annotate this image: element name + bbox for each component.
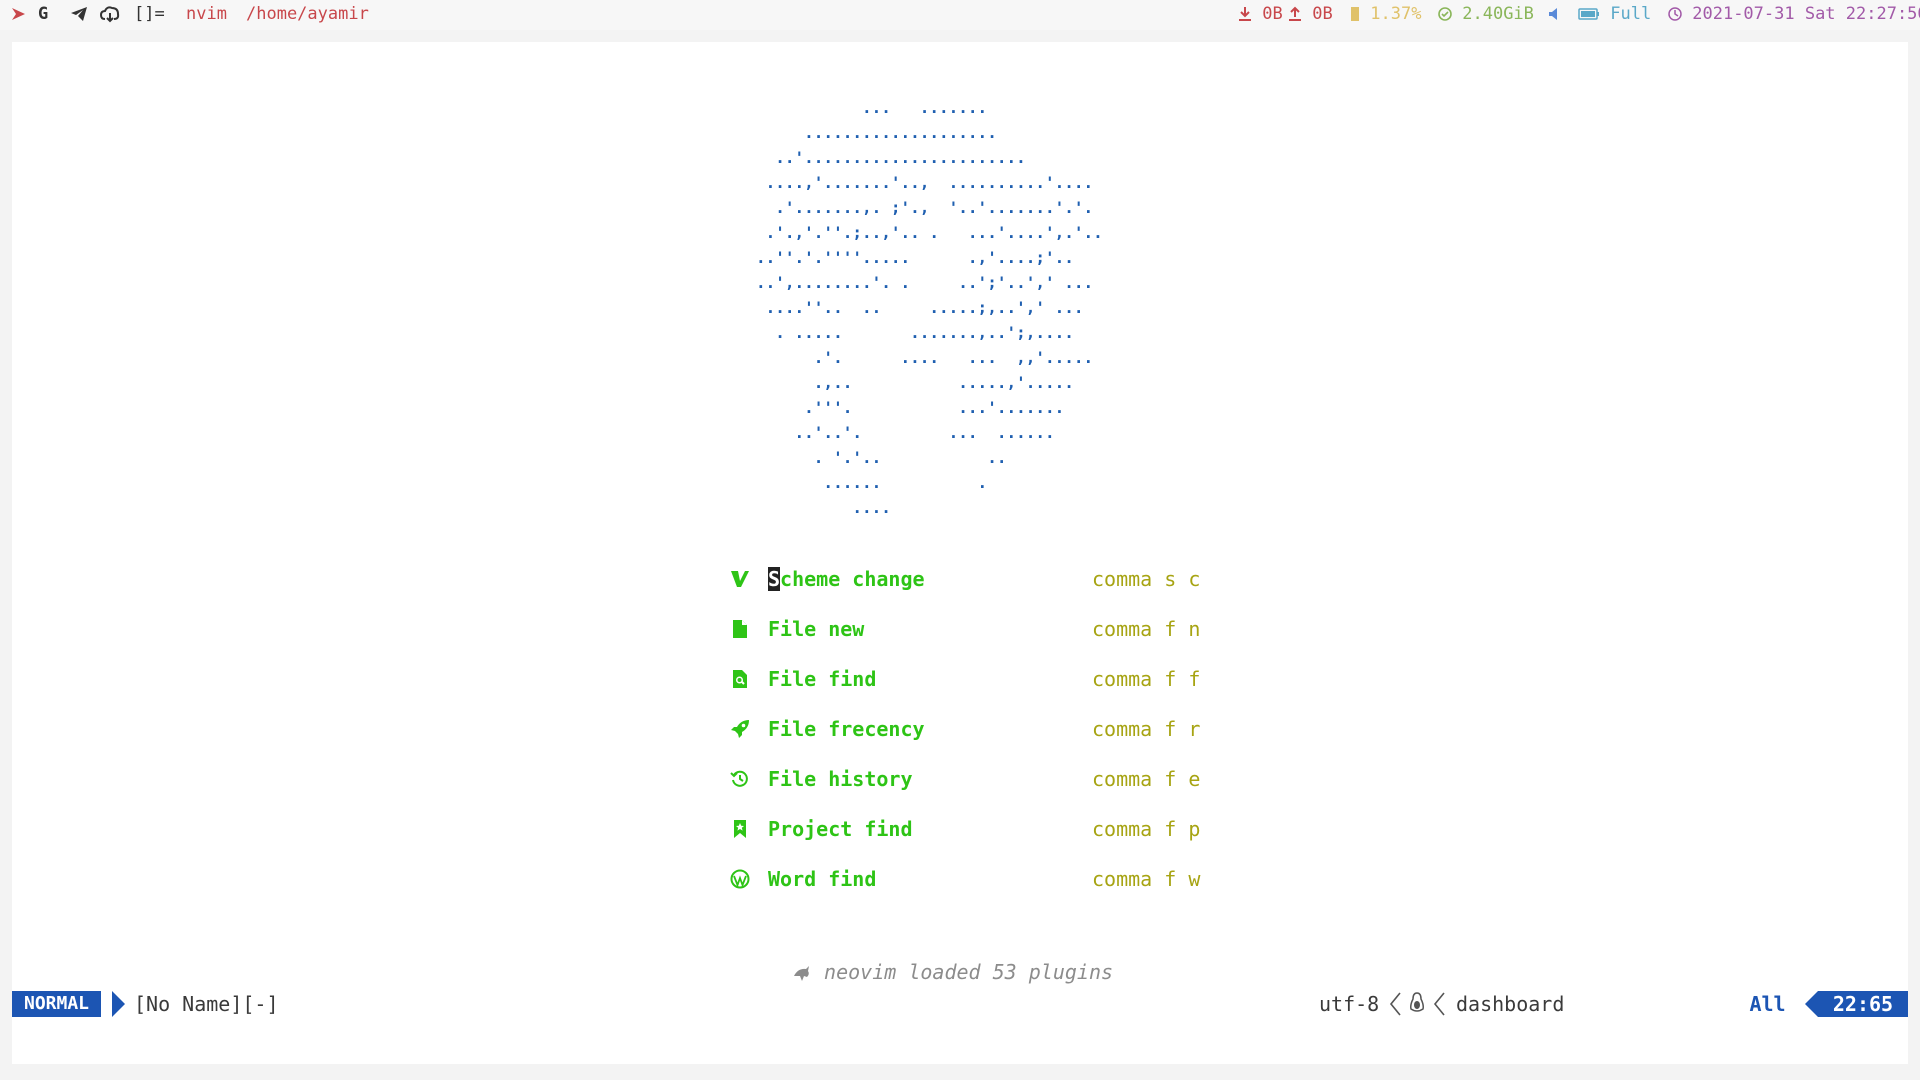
editor-window[interactable]: ... ....... .................... ..'....… [12,42,1908,1064]
encoding: utf-8 [1319,992,1380,1016]
menu-item-shortcut: comma f n [1092,617,1201,641]
menu-item-shortcut: comma f e [1092,767,1201,791]
vim-icon [730,569,750,589]
menu-item-label: Scheme change [768,567,925,591]
layout-indicator[interactable]: []= [134,4,165,24]
position-separator [1805,991,1818,1017]
volume-icon[interactable] [1548,4,1560,24]
menu-item-label: File frecency [768,717,925,741]
google-icon[interactable]: G [38,4,48,24]
status-right: utf-8 dashboard All 22:65 [1308,991,1908,1017]
memory-widget: 2.40GiB [1438,4,1534,24]
menu-item-label: Word find [768,867,877,891]
menu-item-label: File find [768,667,877,691]
menu-item-shortcut: comma f r [1092,717,1201,741]
footer-text: neovim loaded 53 plugins [824,960,1114,984]
file-icon [730,619,750,639]
menu-item-label: Project find [768,817,913,841]
mode-indicator: NORMAL [12,991,102,1017]
file-search-icon [730,669,750,689]
datetime-value: 2021-07-31 Sat 22:27:50 [1692,4,1920,24]
buffer-name: [No Name][-] [134,992,279,1016]
net-up-value: 0B [1312,4,1333,24]
window-path: /home/ayamir [246,4,369,24]
menu-item-shortcut: comma f w [1092,867,1201,891]
status-line: NORMAL [No Name][-] utf-8 dashboard All … [12,989,1908,1019]
linux-icon [1409,991,1425,1019]
cursor-position: 22:65 [1818,991,1908,1017]
telegram-icon[interactable] [70,4,88,24]
battery-value: Full [1610,4,1652,24]
filetype: dashboard [1456,992,1565,1016]
wordpress-icon [730,869,750,889]
dolphin-icon [794,965,809,981]
net-up-widget: 0B [1288,4,1333,24]
window-title: nvim [186,4,227,24]
net-down-value: 0B [1262,4,1283,24]
dashboard-header-art: ... ....... .................... ..'....… [756,98,1103,517]
memory-value: 2.40GiB [1462,4,1534,24]
menu-item-shortcut: comma f f [1092,667,1201,691]
net-down-widget: 0B [1238,4,1283,24]
menu-item-file-find[interactable]: File find comma f f [730,664,1210,694]
cpu-value: 1.37% [1370,4,1422,24]
rocket-icon [730,719,750,739]
top-bar: G []= nvim /home/ayamir 0B 0B 1.37% 2.40… [0,0,1920,30]
menu-item-project-find[interactable]: Project find comma f p [730,814,1210,844]
cloud-icon[interactable] [100,4,120,24]
menu-item-label: File new [768,617,865,641]
menu-item-shortcut: comma s c [1092,567,1201,591]
separator-left-icon [1432,991,1446,1023]
scroll-percent: All [1749,992,1786,1016]
arch-logo-icon[interactable] [10,4,28,24]
menu-item-file-frecency[interactable]: File frecency comma f r [730,714,1210,744]
cpu-widget: 1.37% [1350,4,1421,24]
menu-item-shortcut: comma f p [1092,817,1201,841]
dashboard-footer: neovim loaded 53 plugins [792,960,1113,984]
menu-item-file-history[interactable]: File history comma f e [730,764,1210,794]
mode-separator [112,991,125,1017]
battery-widget: Full [1578,4,1651,24]
history-icon [730,769,750,789]
bookmark-icon [730,819,750,839]
menu-item-label: File history [768,767,913,791]
separator-left-icon [1388,991,1402,1023]
menu-item-word-find[interactable]: Word find comma f w [730,864,1210,894]
clock-widget: 2021-07-31 Sat 22:27:50 [1668,4,1920,24]
menu-item-file-new[interactable]: File new comma f n [730,614,1210,644]
menu-item-scheme-change[interactable]: Scheme change comma s c [730,564,1210,594]
cursor: S [768,567,781,591]
